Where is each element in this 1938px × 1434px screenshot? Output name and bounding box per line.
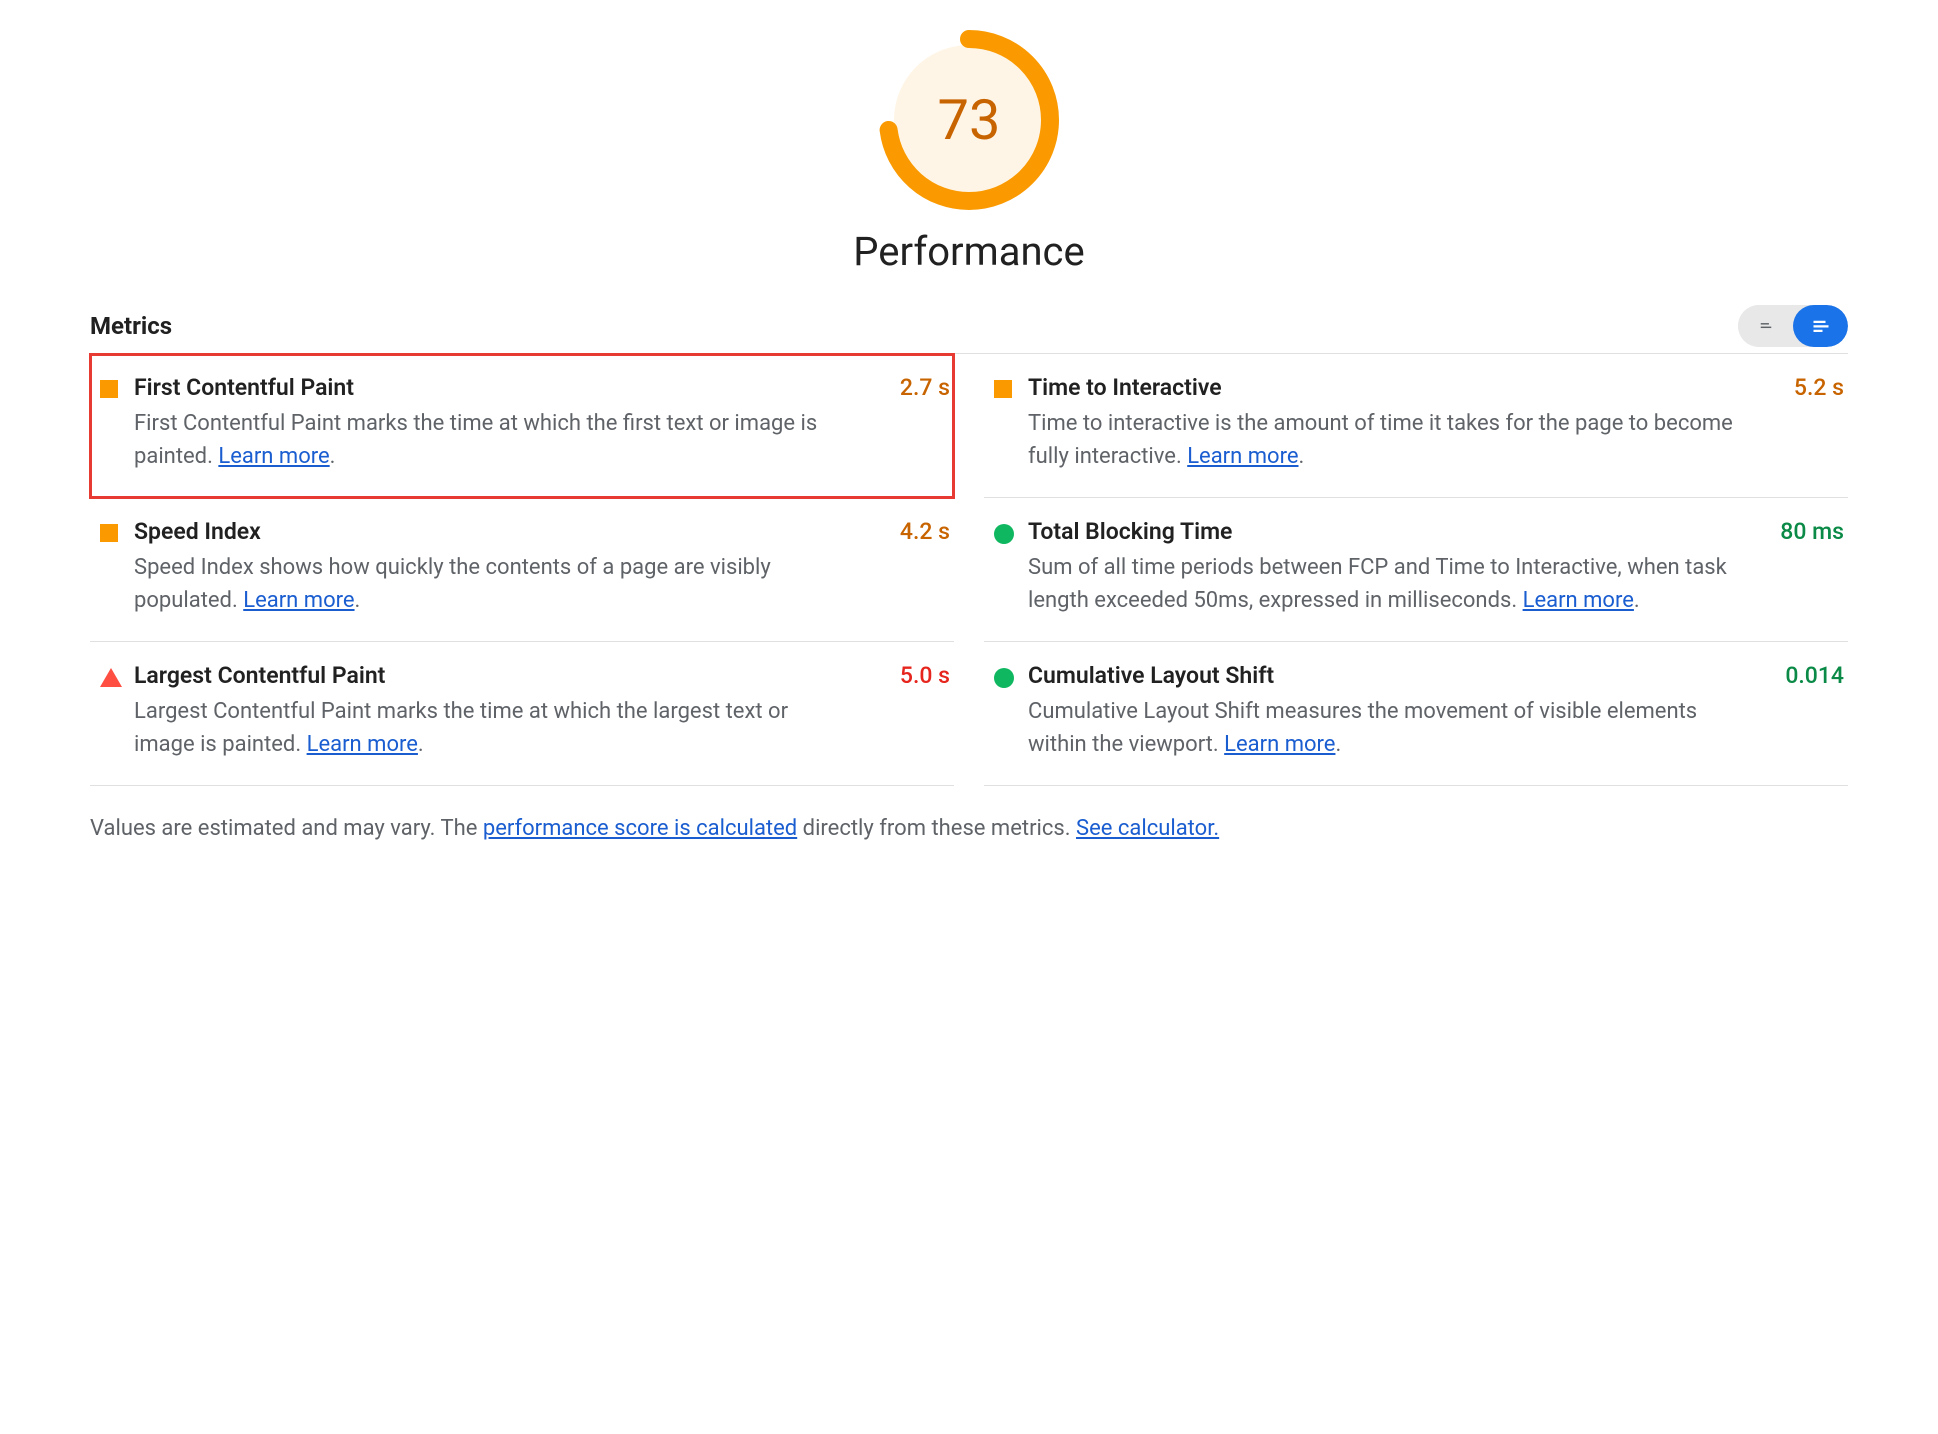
metric-body: First Contentful Paint First Contentful P…	[134, 374, 854, 473]
footer-mid: directly from these metrics.	[803, 816, 1076, 841]
metric-value: 0.014	[1748, 662, 1848, 761]
metric-title: Cumulative Layout Shift	[1028, 662, 1736, 689]
metric-status-icon	[90, 374, 134, 473]
metric-value: 2.7 s	[854, 374, 954, 473]
metric-description: Time to interactive is the amount of tim…	[1028, 407, 1736, 473]
learn-more-link[interactable]: Learn more	[243, 588, 354, 613]
view-toggle-expanded[interactable]	[1793, 305, 1848, 347]
metrics-grid: First Contentful Paint First Contentful P…	[90, 354, 1848, 786]
page-title: Performance	[853, 228, 1084, 275]
metric-body: Time to Interactive Time to interactive i…	[1028, 374, 1748, 473]
metric-description: Cumulative Layout Shift measures the mov…	[1028, 695, 1736, 761]
metric-card-time-to-interactive: Time to Interactive Time to interactive i…	[984, 354, 1848, 498]
metric-card-first-contentful-paint: First Contentful Paint First Contentful P…	[90, 354, 954, 498]
view-toggle[interactable]	[1738, 305, 1848, 347]
metric-title: Speed Index	[134, 518, 842, 545]
metric-card-cumulative-layout-shift: Cumulative Layout Shift Cumulative Layout…	[984, 642, 1848, 786]
expanded-lines-icon	[1810, 317, 1832, 335]
metric-body: Total Blocking Time Sum of all time perio…	[1028, 518, 1748, 617]
performance-header: 73 Performance	[90, 30, 1848, 275]
metrics-heading: Metrics	[90, 312, 172, 340]
learn-more-link[interactable]: Learn more	[218, 444, 329, 469]
circle-good-icon	[994, 524, 1014, 544]
metric-value: 4.2 s	[854, 518, 954, 617]
metric-title: Largest Contentful Paint	[134, 662, 842, 689]
metric-title: Total Blocking Time	[1028, 518, 1736, 545]
score-gauge: 73	[879, 30, 1059, 210]
footer-prefix: Values are estimated and may vary. The	[90, 816, 483, 841]
metric-status-icon	[90, 518, 134, 617]
metric-body: Speed Index Speed Index shows how quickly…	[134, 518, 854, 617]
learn-more-link[interactable]: Learn more	[1523, 588, 1634, 613]
learn-more-link[interactable]: Learn more	[1187, 444, 1298, 469]
metric-value: 5.0 s	[854, 662, 954, 761]
footer-link-calculator[interactable]: See calculator.	[1076, 816, 1219, 841]
footer-note: Values are estimated and may vary. The p…	[90, 816, 1848, 841]
metric-status-icon	[984, 518, 1028, 617]
metric-value: 80 ms	[1748, 518, 1848, 617]
learn-more-link[interactable]: Learn more	[1224, 732, 1335, 757]
footer-link-calculation[interactable]: performance score is calculated	[483, 816, 797, 841]
metric-value: 5.2 s	[1748, 374, 1848, 473]
metric-description: Sum of all time periods between FCP and …	[1028, 551, 1736, 617]
compact-lines-icon	[1757, 319, 1775, 333]
circle-good-icon	[994, 668, 1014, 688]
metric-card-speed-index: Speed Index Speed Index shows how quickly…	[90, 498, 954, 642]
metric-description: First Contentful Paint marks the time at…	[134, 407, 842, 473]
metric-description: Speed Index shows how quickly the conten…	[134, 551, 842, 617]
metric-status-icon	[984, 374, 1028, 473]
metric-body: Cumulative Layout Shift Cumulative Layout…	[1028, 662, 1748, 761]
score-value: 73	[879, 30, 1059, 210]
square-average-icon	[100, 380, 118, 398]
view-toggle-compact[interactable]	[1738, 305, 1793, 347]
metric-status-icon	[984, 662, 1028, 761]
square-average-icon	[100, 524, 118, 542]
triangle-poor-icon	[100, 668, 122, 687]
metric-card-largest-contentful-paint: Largest Contentful Paint Largest Contentf…	[90, 642, 954, 786]
metric-status-icon	[90, 662, 134, 761]
learn-more-link[interactable]: Learn more	[307, 732, 418, 757]
metrics-header: Metrics	[90, 305, 1848, 354]
metric-card-total-blocking-time: Total Blocking Time Sum of all time perio…	[984, 498, 1848, 642]
metric-body: Largest Contentful Paint Largest Contentf…	[134, 662, 854, 761]
metric-title: Time to Interactive	[1028, 374, 1736, 401]
metric-title: First Contentful Paint	[134, 374, 842, 401]
square-average-icon	[994, 380, 1012, 398]
metric-description: Largest Contentful Paint marks the time …	[134, 695, 842, 761]
